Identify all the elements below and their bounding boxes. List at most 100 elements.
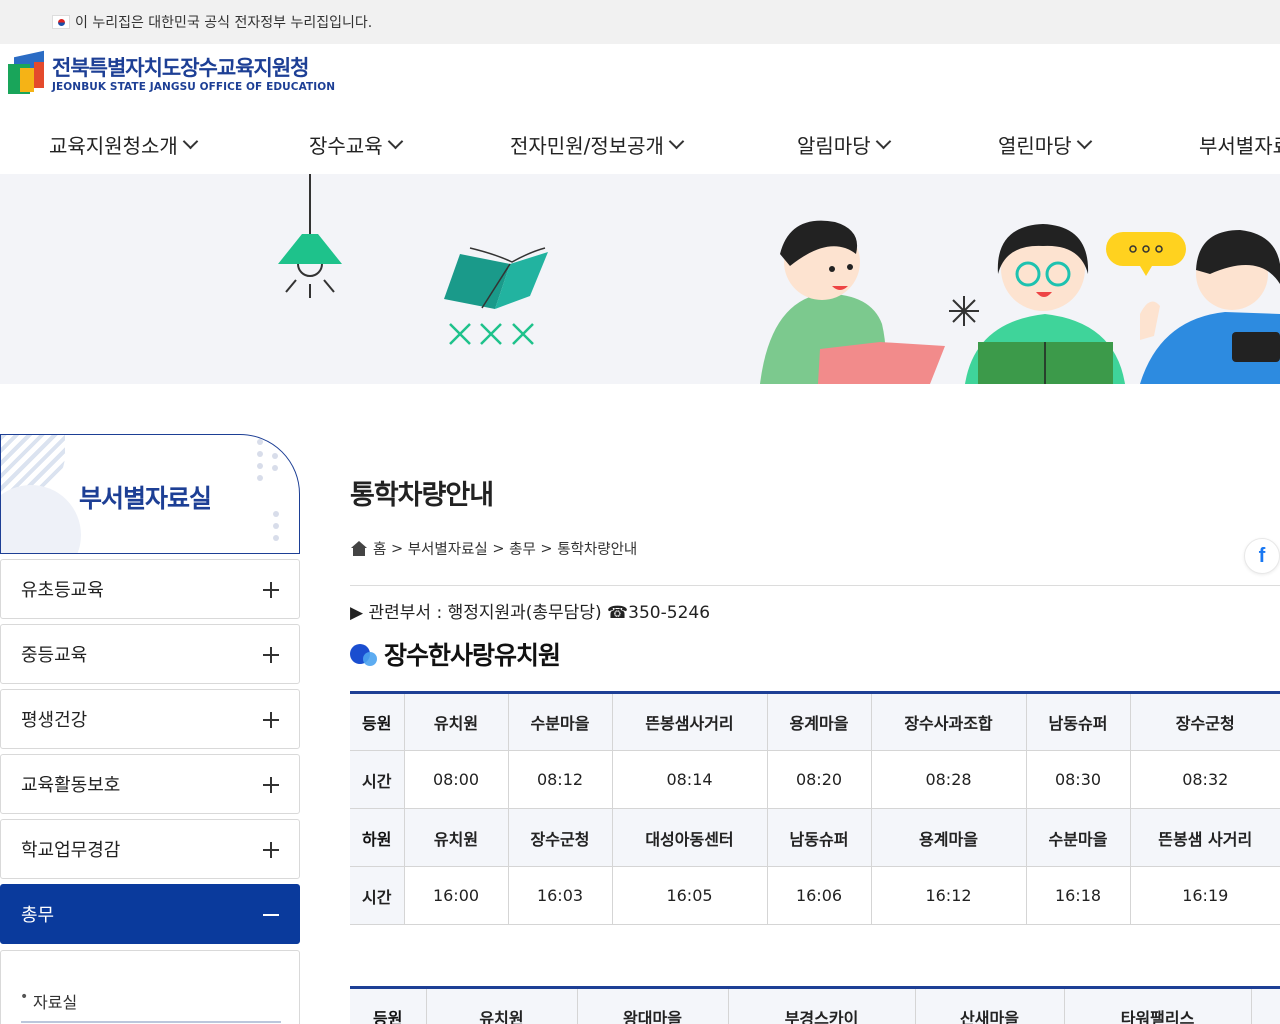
breadcrumb: 홈 > 부서별자료실 > 총무 > 통학차량안내 [350,538,637,559]
nav-item-open[interactable]: 열린마당 [998,130,1092,159]
nav-label: 전자민원/정보공개 [510,134,664,158]
logo-name-ko: 전북특별자치도장수교육지원청 [52,56,309,80]
gov-notice-bar: 이 누리집은 대한민국 공식 전자정부 누리집입니다. [0,0,1280,44]
table-cell: 08:20 [767,750,872,809]
table-cell: 수분마을 [1026,808,1131,867]
nav-item-about[interactable]: 교육지원청소개 [49,130,199,159]
table-cell: 타워팰리스 [1064,987,1252,1024]
table-cell: 장수군청 [508,808,613,867]
site-logo[interactable]: 전북특별자치도장수교육지원청 JEONBUK STATE JANGSU OFFI… [8,50,336,96]
breadcrumb-item[interactable]: 총무 [509,538,536,559]
logo-icon [8,50,48,96]
nav-item-dept[interactable]: 부서별자료실 [1199,130,1280,159]
table-row: 시간 16:00 16:03 16:05 16:06 16:12 16:18 1… [350,866,1280,925]
sidebar-item-lifelong-health[interactable]: 평생건강 [0,689,300,749]
nav-item-civil[interactable]: 전자민원/정보공개 [510,130,685,159]
dots-decoration [272,453,278,477]
table-cell: 08:14 [612,750,768,809]
bus-schedule-table-2: 등원 유치원 왕대마을 부경스카이 산새마을 타워팰리스 [350,986,1280,1024]
table-cell: 08:32 [1130,750,1280,809]
table-cell: 시간 [350,866,405,925]
sidebar-title: 부서별자료실 [79,484,212,513]
table-row: 등원 유치원 수분마을 뜬봉샘사거리 용계마을 장수사과조합 남동슈퍼 장수군청 [350,692,1280,751]
table-cell: 남동슈퍼 [1026,692,1131,751]
bus-schedule-table: 등원 유치원 수분마을 뜬봉샘사거리 용계마을 장수사과조합 남동슈퍼 장수군청… [350,691,1280,925]
page-title: 통학차량안내 [350,480,494,511]
table-cell: 등원 [350,987,427,1024]
table-cell: 용계마을 [767,692,872,751]
plus-icon [263,842,279,858]
table-cell: 뜬봉샘 사거리 [1130,808,1280,867]
korea-flag-icon [52,15,70,29]
chevron-down-icon [668,133,685,150]
sidebar-item-workload[interactable]: 학교업무경감 [0,819,300,879]
table-cell: 유치원 [404,808,509,867]
table-cell: 왕대마을 [577,987,729,1024]
gov-notice-text: 이 누리집은 대한민국 공식 전자정부 누리집입니다. [75,15,373,31]
dots-decoration [273,511,279,547]
table-cell: 16:05 [612,866,768,925]
table-cell: 08:12 [508,750,613,809]
nav-label: 장수교육 [309,134,383,158]
nav-item-notice[interactable]: 알림마당 [797,130,891,159]
table-row: 시간 08:00 08:12 08:14 08:20 08:28 08:30 0… [350,750,1280,809]
bullet-circles-icon [350,642,378,666]
sidebar-item-secondary[interactable]: 중등교육 [0,624,300,684]
dots-decoration [257,439,263,487]
table-cell: 장수군청 [1130,692,1280,751]
chevron-down-icon [182,133,199,150]
breadcrumb-item[interactable]: 부서별자료실 [408,538,488,559]
sidebar-item-label: 총무 [21,905,55,926]
sidebar-item-teacher-protection[interactable]: 교육활동보호 [0,754,300,814]
plus-icon [263,582,279,598]
chevron-down-icon [875,133,891,150]
table-cell: 수분마을 [508,692,613,751]
table-cell: 뜬봉샘사거리 [612,692,768,751]
table-cell: 08:30 [1026,750,1131,809]
table-cell: 16:19 [1130,866,1280,925]
table-cell: 시간 [350,750,405,809]
plus-icon [263,647,279,663]
submenu-item-archive[interactable]: 자료실 [20,989,77,1013]
nav-label: 부서별자료실 [1199,134,1280,158]
nav-label: 열린마당 [998,134,1072,158]
table-cell: 16:00 [404,866,509,925]
logo-name-en: JEONBUK STATE JANGSU OFFICE OF EDUCATION [52,81,336,93]
content-divider [350,585,1280,586]
hero-banner [0,174,1280,384]
plus-icon [263,777,279,793]
sidebar-item-elementary[interactable]: 유초등교육 [0,559,300,619]
table-cell: 16:18 [1026,866,1131,925]
table-row: 하원 유치원 장수군청 대성아동센터 남동슈퍼 용계마을 수분마을 뜬봉샘 사거… [350,808,1280,867]
circle-decoration [1,485,81,553]
table-cell: 등원 [350,692,405,751]
plus-icon [263,712,279,728]
sidebar-item-label: 교육활동보호 [21,775,121,796]
table-cell: 16:12 [871,866,1027,925]
table-cell: 용계마을 [871,808,1027,867]
table-cell: 하원 [350,808,405,867]
nav-item-education[interactable]: 장수교육 [309,130,403,159]
table-cell: 08:00 [404,750,509,809]
breadcrumb-home[interactable]: 홈 [373,538,386,559]
hero-illustration [278,174,1280,384]
table-row: 등원 유치원 왕대마을 부경스카이 산새마을 타워팰리스 [350,987,1280,1024]
facebook-icon: f [1258,544,1266,567]
sidebar-item-label: 평생건강 [21,710,88,731]
table-cell [1251,987,1280,1024]
sidebar-submenu: 자료실 [0,950,300,1024]
nav-label: 교육지원청소개 [49,134,178,158]
main-nav: 교육지원청소개 장수교육 전자민원/정보공개 알림마당 열린마당 부서별자료실 [0,116,1280,174]
sidebar-item-label: 유초등교육 [21,580,104,601]
home-icon [350,540,368,557]
table-cell: 08:28 [871,750,1027,809]
sidebar-item-general-affairs[interactable]: 총무 [0,884,300,944]
table-cell: 산새마을 [915,987,1065,1024]
chevron-down-icon [1076,133,1092,150]
table-cell: 대성아동센터 [612,808,768,867]
minus-icon [263,914,279,916]
section-heading: 장수한사랑유치원 [350,636,561,672]
related-department: ▶ 관련부서 : 행정지원과(총무담당) ☎350-5246 [350,603,711,623]
sidebar-item-label: 중등교육 [21,645,88,666]
facebook-share-button[interactable]: f [1244,538,1280,574]
